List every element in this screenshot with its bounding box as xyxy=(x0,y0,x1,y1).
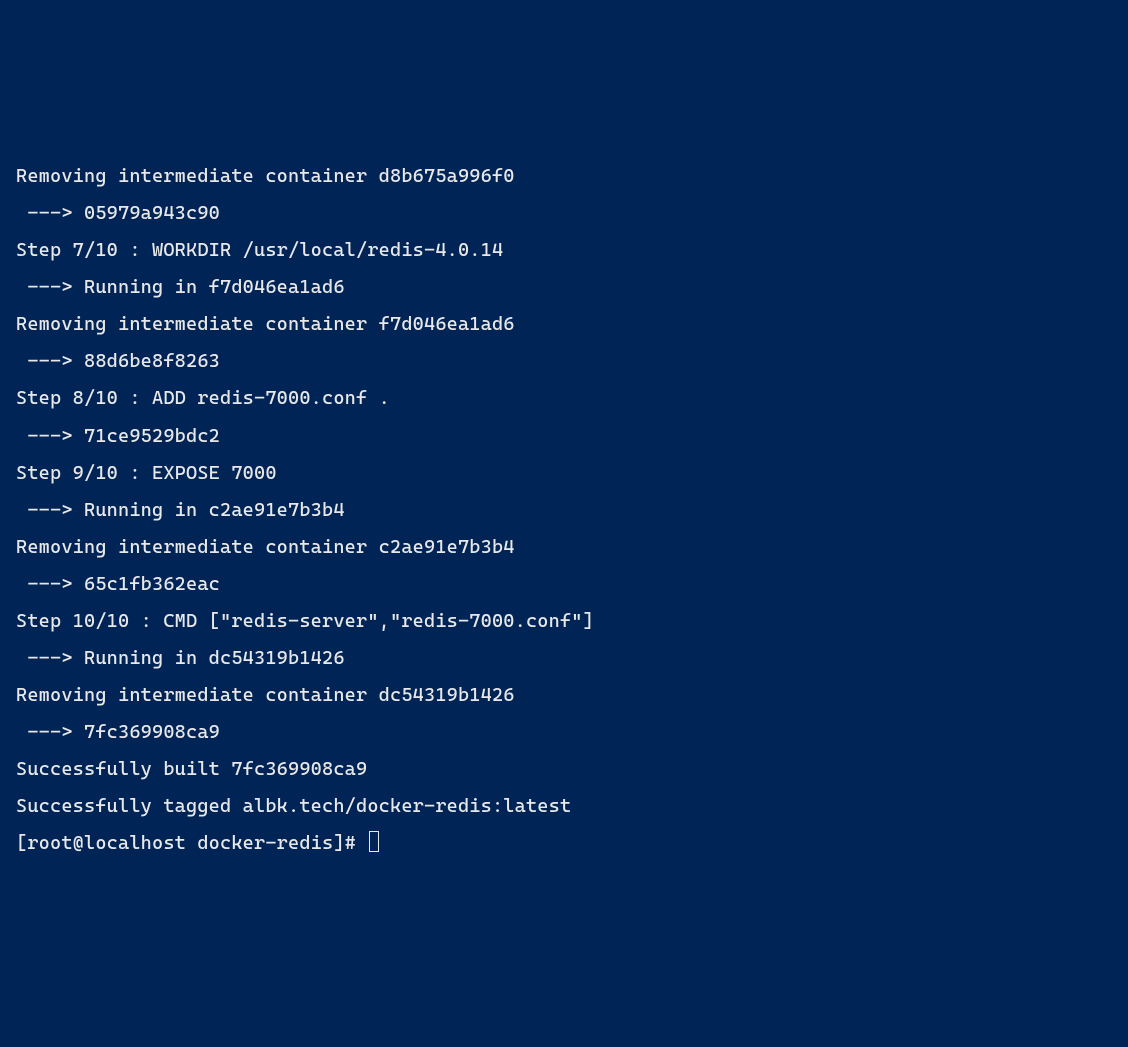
terminal-line: Step 7/10 : WORKDIR /usr/local/redis-4.0… xyxy=(16,232,1112,269)
terminal-line: Removing intermediate container c2ae91e7… xyxy=(16,529,1112,566)
terminal-cursor[interactable] xyxy=(369,831,379,852)
terminal-line: ---> 7fc369908ca9 xyxy=(16,714,1112,751)
terminal-line: ---> Running in f7d046ea1ad6 xyxy=(16,269,1112,306)
terminal-line: Successfully tagged albk.tech/docker-red… xyxy=(16,788,1112,825)
terminal-line: ---> 65c1fb362eac xyxy=(16,566,1112,603)
terminal-line: Successfully built 7fc369908ca9 xyxy=(16,751,1112,788)
terminal-prompt: [root@localhost docker-redis]# xyxy=(16,832,367,854)
terminal-prompt-line: [root@localhost docker-redis]# xyxy=(16,825,1112,862)
terminal-line: Removing intermediate container f7d046ea… xyxy=(16,306,1112,343)
terminal-line: ---> Running in dc54319b1426 xyxy=(16,640,1112,677)
terminal-line: Step 9/10 : EXPOSE 7000 xyxy=(16,455,1112,492)
terminal-line: ---> Running in c2ae91e7b3b4 xyxy=(16,492,1112,529)
terminal-line: ---> 88d6be8f8263 xyxy=(16,343,1112,380)
terminal-line: Removing intermediate container d8b675a9… xyxy=(16,158,1112,195)
terminal-line: Removing intermediate container dc54319b… xyxy=(16,677,1112,714)
terminal-line: Step 10/10 : CMD ["redis-server","redis-… xyxy=(16,603,1112,640)
terminal-output[interactable]: Removing intermediate container d8b675a9… xyxy=(16,158,1112,862)
terminal-line: ---> 05979a943c90 xyxy=(16,195,1112,232)
terminal-line: Step 8/10 : ADD redis-7000.conf . xyxy=(16,380,1112,417)
terminal-line: ---> 71ce9529bdc2 xyxy=(16,418,1112,455)
